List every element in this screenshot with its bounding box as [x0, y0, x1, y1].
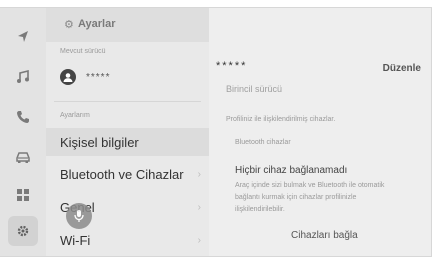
divider: [54, 101, 201, 102]
my-settings-label: Ayarlarım: [60, 112, 90, 119]
current-driver-row[interactable]: *****: [60, 69, 110, 85]
no-device-description: Araç içinde sizi bulmak ve Bluetooth ile…: [235, 182, 385, 213]
menu-item-wifi[interactable]: Wi-Fi ›: [46, 226, 209, 254]
current-driver-name: *****: [86, 71, 111, 83]
microphone-icon[interactable]: [66, 203, 92, 229]
music-note-icon[interactable]: [8, 62, 38, 92]
left-icon-rail: [0, 8, 46, 256]
detail-panel: ***** Düzenle Birincil sürücü Profiliniz…: [209, 8, 431, 256]
menu-item-label: Kişisel bilgiler: [60, 134, 139, 150]
navigation-arrow-icon[interactable]: [8, 22, 38, 52]
menu-item-label: Bluetooth ve Cihazlar: [60, 166, 184, 182]
settings-title: Ayarlar: [78, 18, 116, 30]
bluetooth-devices-label: Bluetooth cihazlar: [235, 139, 291, 146]
connect-devices-button[interactable]: Cihazları bağla: [291, 230, 358, 241]
edit-button[interactable]: Düzenle: [383, 63, 421, 74]
current-driver-label: Mevcut sürücü: [60, 48, 106, 55]
chevron-right-icon: ›: [197, 234, 201, 246]
profile-devices-hint: Profiliniz ile ilişkilendirilmiş cihazla…: [226, 116, 336, 123]
car-icon[interactable]: [8, 142, 38, 172]
apps-grid-icon[interactable]: [8, 180, 38, 210]
infotainment-screen: ⚙ Ayarlar Mevcut sürücü ***** Ayarlarım …: [0, 7, 432, 257]
chevron-right-icon: ›: [197, 168, 201, 180]
menu-item-bluetooth-devices[interactable]: Bluetooth ve Cihazlar ›: [46, 160, 209, 188]
profile-name: *****: [216, 60, 248, 72]
settings-gear-icon[interactable]: [8, 216, 38, 246]
menu-item-label: Wi-Fi: [60, 232, 91, 248]
settings-title-gear-icon: ⚙: [64, 19, 74, 31]
chevron-right-icon: ›: [197, 201, 201, 213]
settings-header: ⚙ Ayarlar: [46, 8, 209, 42]
no-device-title: Hiçbir cihaz bağlanamadı: [235, 165, 348, 176]
menu-item-personal-info[interactable]: Kişisel bilgiler: [46, 128, 209, 156]
phone-icon[interactable]: [8, 102, 38, 132]
avatar: [60, 69, 76, 85]
driver-role: Birincil sürücü: [226, 84, 283, 94]
